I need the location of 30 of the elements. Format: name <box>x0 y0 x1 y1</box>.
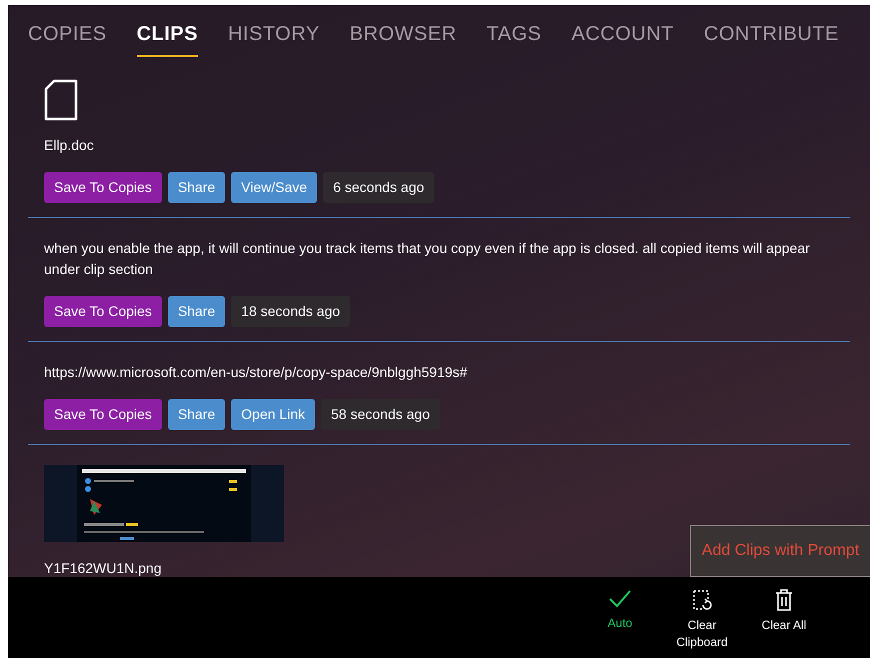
action-button[interactable]: Open Link <box>231 399 315 430</box>
clip-text: when you enable the app, it will continue you track items that you copy even if the app is closed. all copied items will appear under clip section <box>44 239 811 279</box>
file-name: Y1F162WU1N.png <box>44 559 163 577</box>
timestamp-label: 6 seconds ago <box>323 172 434 203</box>
tab[interactable]: COPIES <box>28 19 107 57</box>
document-icon <box>44 79 78 121</box>
add-clips-button[interactable]: Add Clips with Prompt <box>690 525 870 577</box>
save-button[interactable]: Save To Copies <box>44 172 162 203</box>
tab[interactable]: HISTORY <box>228 19 320 57</box>
toolbar-button[interactable]: Auto <box>589 589 651 632</box>
tab[interactable]: CLIPS <box>136 19 198 57</box>
tab[interactable]: BROWSER <box>350 19 457 57</box>
tab[interactable]: CONTRIBUTE <box>704 19 839 57</box>
tab[interactable]: TAGS <box>486 19 542 57</box>
trash-icon <box>775 589 793 611</box>
check-icon <box>608 589 632 609</box>
share-button[interactable]: Share <box>168 296 226 327</box>
action-button[interactable]: View/Save <box>231 172 318 203</box>
tab[interactable]: ACCOUNT <box>571 19 674 57</box>
share-button[interactable]: Share <box>168 399 226 430</box>
toolbar-button[interactable]: Clear Clipboard <box>671 589 733 651</box>
save-button[interactable]: Save To Copies <box>44 296 162 327</box>
toolbar-button[interactable]: Clear All <box>753 589 815 634</box>
save-button[interactable]: Save To Copies <box>44 399 162 430</box>
share-button[interactable]: Share <box>168 172 226 203</box>
timestamp-label: 18 seconds ago <box>231 296 350 327</box>
clip-text: https://www.microsoft.com/en-us/store/p/copy-space/9nblggh5919s# <box>44 363 468 382</box>
clipboard-clear-icon <box>692 589 712 611</box>
file-name: Ellp.doc <box>44 136 95 155</box>
timestamp-label: 58 seconds ago <box>321 399 440 430</box>
